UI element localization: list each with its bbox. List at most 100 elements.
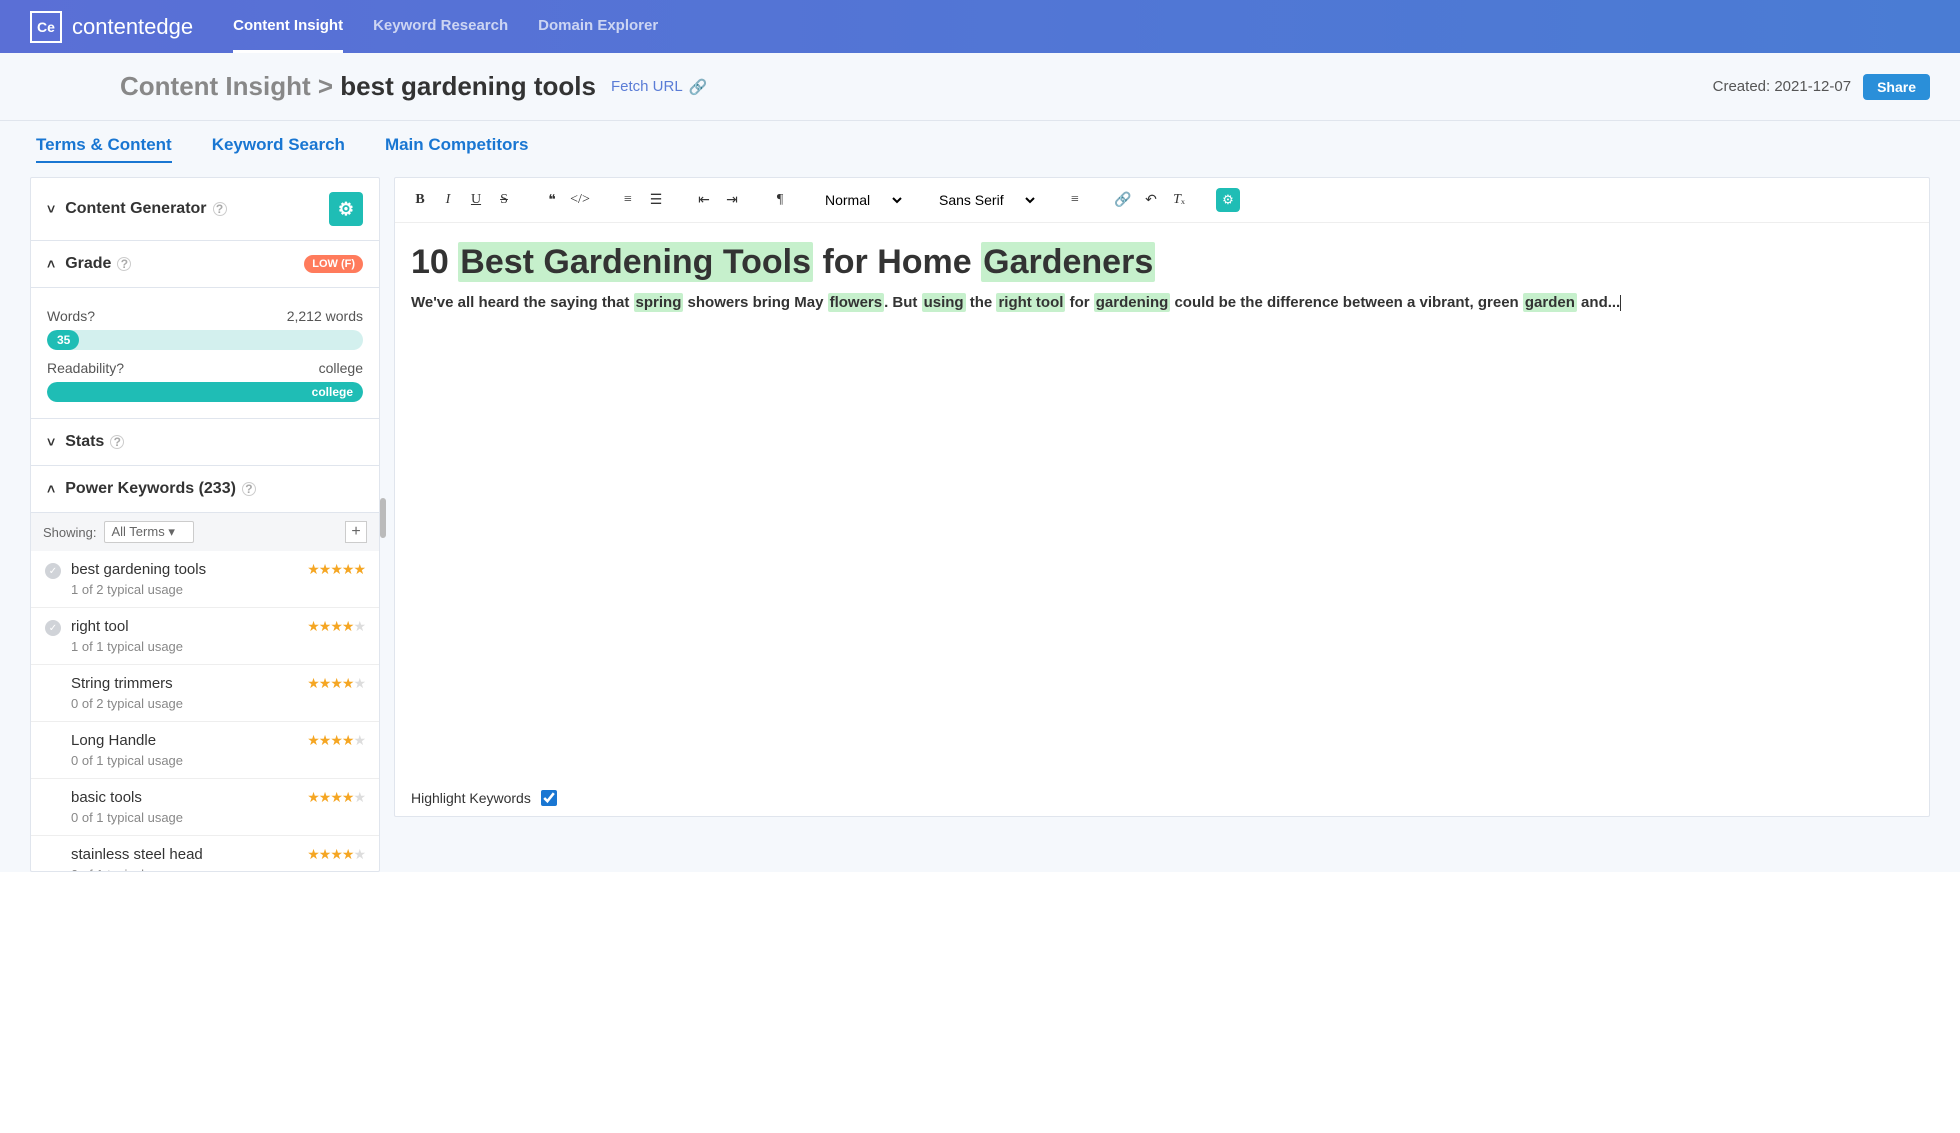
outdent-button[interactable]: ⇤	[693, 189, 715, 211]
add-keyword-button[interactable]: +	[345, 521, 367, 543]
content-generator-label: Content Generator	[65, 200, 206, 218]
keyword-item[interactable]: basic tools★★★★★ 0 of 1 typical usage	[31, 779, 379, 836]
readability-bar-fill: college	[47, 382, 363, 402]
panel-power-keywords[interactable]: ˄ Power Keywords (233) ?	[31, 466, 379, 513]
words-label: Words	[47, 308, 87, 324]
top-bar: Ce contentedge Content Insight Keyword R…	[0, 0, 1960, 53]
share-button[interactable]: Share	[1863, 74, 1930, 100]
brand-name: contentedge	[72, 14, 193, 40]
created-date: Created: 2021-12-07	[1713, 78, 1851, 95]
main-area: ˅ Content Generator ? ⚙ ˄ Grade ? LOW (F…	[0, 177, 1960, 872]
nav-domain-explorer[interactable]: Domain Explorer	[538, 1, 658, 53]
link-icon: 🔗	[689, 78, 708, 96]
logo[interactable]: Ce contentedge	[30, 11, 193, 43]
keyword-usage: 0 of 2 typical usage	[71, 696, 365, 711]
scrollbar[interactable]	[380, 498, 386, 538]
strikethrough-button[interactable]: S	[493, 189, 515, 211]
keyword-usage: 0 of 1 typical usage	[71, 753, 365, 768]
underline-button[interactable]: U	[465, 189, 487, 211]
indent-button[interactable]: ⇥	[721, 189, 743, 211]
text-cursor	[1620, 295, 1621, 311]
keyword-filter-row: Showing: All Terms ▾ +	[31, 513, 379, 551]
keyword-term: String trimmers	[71, 675, 307, 692]
tab-keyword-search[interactable]: Keyword Search	[212, 135, 345, 163]
panel-stats[interactable]: ˅ Stats ?	[31, 419, 379, 466]
document-title[interactable]: 10 Best Gardening Tools for Home Gardene…	[395, 223, 1929, 292]
tab-terms-content[interactable]: Terms & Content	[36, 135, 172, 163]
undo-button[interactable]: ↶	[1140, 189, 1162, 211]
keyword-term: basic tools	[71, 789, 307, 806]
words-bar: 35	[47, 330, 363, 350]
nav-keyword-research[interactable]: Keyword Research	[373, 1, 508, 53]
ordered-list-button[interactable]: ≡	[617, 189, 639, 211]
star-rating: ★★★★★	[307, 789, 365, 806]
unordered-list-button[interactable]: ☰	[645, 189, 667, 211]
breadcrumb-section: Content Insight	[120, 71, 311, 101]
top-nav: Content Insight Keyword Research Domain …	[233, 1, 658, 53]
editor-toolbar: B I U S ❝ </> ≡ ☰ ⇤ ⇥ ¶ Normal Sans Seri…	[395, 178, 1929, 223]
chevron-up-icon: ˄	[47, 256, 55, 272]
star-rating: ★★★★★	[307, 732, 365, 749]
italic-button[interactable]: I	[437, 189, 459, 211]
star-rating: ★★★★★	[307, 675, 365, 692]
keyword-filter-select[interactable]: All Terms ▾	[104, 521, 193, 543]
highlight-keywords-checkbox[interactable]	[541, 790, 557, 806]
keyword-item[interactable]: stainless steel head★★★★★ 0 of 1 typical …	[31, 836, 379, 871]
star-rating: ★★★★★	[307, 561, 365, 578]
words-bar-fill: 35	[47, 330, 79, 350]
nav-content-insight[interactable]: Content Insight	[233, 1, 343, 53]
code-button[interactable]: </>	[569, 189, 591, 211]
grade-body: Words ? 2,212 words 35 Readability ? col…	[31, 288, 379, 419]
readability-value: college	[319, 360, 363, 376]
showing-label: Showing:	[43, 525, 96, 540]
keyword-item[interactable]: best gardening tools★★★★★1 of 2 typical …	[31, 551, 379, 608]
grade-badge: LOW (F)	[304, 255, 363, 273]
keyword-term: right tool	[71, 618, 307, 635]
keyword-item[interactable]: String trimmers★★★★★ 0 of 2 typical usage	[31, 665, 379, 722]
grade-label: Grade	[65, 255, 111, 273]
stats-label: Stats	[65, 433, 104, 451]
keyword-usage: 0 of 1 typical usage	[71, 810, 365, 825]
keyword-list: best gardening tools★★★★★1 of 2 typical …	[31, 551, 379, 871]
breadcrumb-bar: Content Insight > best gardening tools F…	[0, 53, 1960, 121]
quote-button[interactable]: ❝	[541, 189, 563, 211]
help-icon[interactable]: ?	[117, 257, 131, 271]
clear-format-button[interactable]: Tₓ	[1168, 189, 1190, 211]
panel-grade[interactable]: ˄ Grade ? LOW (F)	[31, 241, 379, 288]
chevron-up-icon: ˄	[47, 481, 55, 497]
help-icon[interactable]: ?	[242, 482, 256, 496]
keyword-item[interactable]: right tool★★★★★ 1 of 1 typical usage	[31, 608, 379, 665]
sidebar: ˅ Content Generator ? ⚙ ˄ Grade ? LOW (F…	[30, 177, 380, 872]
direction-button[interactable]: ¶	[769, 189, 791, 211]
editor-footer: Highlight Keywords	[395, 780, 1929, 816]
panel-content-generator[interactable]: ˅ Content Generator ? ⚙	[31, 178, 379, 241]
sub-nav: Terms & Content Keyword Search Main Comp…	[0, 121, 1960, 177]
words-row: Words ? 2,212 words	[47, 308, 363, 324]
font-select[interactable]: Sans Serif	[931, 189, 1038, 211]
help-icon[interactable]: ?	[213, 202, 227, 216]
help-icon[interactable]: ?	[87, 308, 95, 324]
link-button[interactable]: 🔗	[1112, 189, 1134, 211]
keyword-item[interactable]: Long Handle★★★★★0 of 1 typical usage	[31, 722, 379, 779]
star-rating: ★★★★★	[307, 846, 365, 863]
document-body[interactable]: We've all heard the saying that spring s…	[395, 292, 1929, 315]
keyword-term: stainless steel head	[71, 846, 307, 863]
help-icon[interactable]: ?	[110, 435, 124, 449]
ai-brain-icon[interactable]: ⚙	[329, 192, 363, 226]
keyword-usage: 0 of 1 typical usage	[71, 867, 365, 871]
fetch-url-link[interactable]: Fetch URL 🔗	[611, 78, 707, 96]
bold-button[interactable]: B	[409, 189, 431, 211]
star-rating: ★★★★★	[307, 618, 365, 635]
chevron-down-icon: ˅	[47, 434, 55, 450]
help-icon[interactable]: ?	[116, 360, 124, 376]
logo-icon: Ce	[30, 11, 62, 43]
keyword-usage: 1 of 1 typical usage	[71, 639, 365, 654]
format-select[interactable]: Normal	[817, 189, 905, 211]
ai-brain-icon[interactable]: ⚙	[1216, 188, 1240, 212]
breadcrumb-sep: >	[318, 71, 333, 101]
readability-row: Readability ? college	[47, 360, 363, 376]
align-button[interactable]: ≡	[1064, 189, 1086, 211]
tab-main-competitors[interactable]: Main Competitors	[385, 135, 529, 163]
editor-pane: B I U S ❝ </> ≡ ☰ ⇤ ⇥ ¶ Normal Sans Seri…	[394, 177, 1930, 817]
power-keywords-label: Power Keywords (233)	[65, 480, 236, 498]
